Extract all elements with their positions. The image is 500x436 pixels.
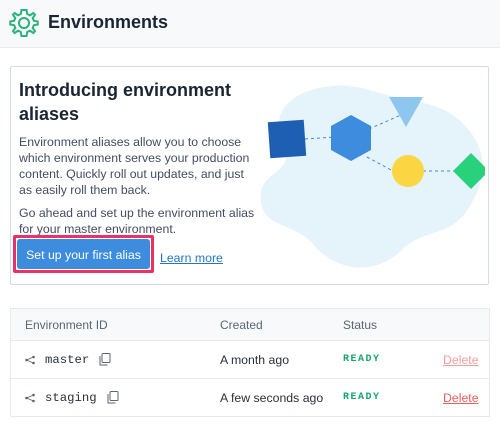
environment-id-cell: staging [25, 379, 119, 416]
status-badge: READY [343, 392, 381, 403]
delete-link[interactable]: Delete [443, 379, 479, 416]
aliases-illustration [260, 85, 485, 268]
environments-table: Environment ID Created Status master A m… [10, 308, 490, 417]
table-row: staging A few seconds ago READY Delete [11, 379, 489, 417]
page-header: Environments [0, 0, 500, 48]
promo-description-secondary: Go ahead and set up the environment alia… [19, 206, 255, 236]
created-cell: A few seconds ago [220, 390, 324, 405]
branch-icon [25, 393, 35, 402]
delete-link[interactable]: Delete [443, 341, 479, 378]
column-header-environment-id: Environment ID [25, 317, 108, 332]
circle-shape [392, 155, 424, 187]
gear-icon [9, 9, 39, 37]
square-shape [267, 119, 307, 159]
promo-heading: Introducing environment aliases [19, 80, 232, 124]
copy-icon[interactable] [107, 391, 119, 404]
table-header: Environment ID Created Status [11, 309, 489, 341]
environment-id-cell: master [25, 341, 111, 378]
copy-icon[interactable] [99, 353, 111, 366]
column-header-status: Status [343, 317, 378, 332]
status-badge: READY [343, 354, 381, 365]
learn-more-link[interactable]: Learn more [160, 251, 223, 265]
environment-id: staging [45, 390, 97, 405]
setup-alias-button[interactable]: Set up your first alias [17, 239, 150, 269]
environment-id: master [45, 352, 90, 367]
illustration-blob [260, 85, 483, 268]
table-row: master A month ago READY Delete [11, 341, 489, 379]
promo-description: Environment aliases allow you to choose … [19, 135, 250, 197]
branch-icon [25, 355, 35, 364]
column-header-created: Created [220, 317, 263, 332]
page-title: Environments [48, 12, 169, 32]
created-cell: A month ago [220, 352, 290, 367]
aliases-promo-card: Introducing environment aliases Environm… [10, 66, 489, 285]
